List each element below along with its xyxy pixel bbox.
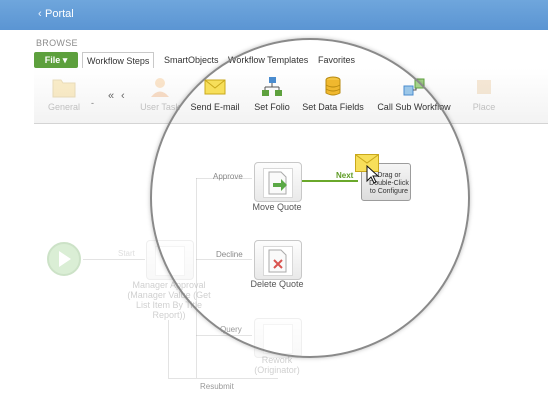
start-label: Start: [118, 249, 135, 258]
user-icon: [151, 78, 169, 97]
ribbon-dash: -: [91, 98, 94, 108]
resubmit-label: Resubmit: [200, 382, 234, 391]
delete-quote-node[interactable]: [254, 240, 302, 280]
magnifier-lens: [150, 38, 470, 358]
folder-icon: [52, 79, 76, 98]
file-menu-button[interactable]: File ▾: [34, 52, 78, 68]
start-connector: [83, 259, 145, 260]
resubmit-connector: [168, 378, 278, 379]
general-button[interactable]: General: [46, 76, 82, 112]
decline-label: Decline: [216, 250, 243, 259]
place-icon: [477, 80, 491, 94]
browse-label[interactable]: BROWSE: [36, 38, 78, 48]
next-connector: [302, 180, 358, 182]
next-label: Next: [336, 171, 354, 180]
tab-smartobjects[interactable]: SmartObjects: [160, 52, 223, 68]
move-document-icon: [268, 171, 287, 195]
move-quote-label: Move Quote: [252, 202, 302, 212]
user-task-button[interactable]: User Task: [137, 76, 183, 112]
ribbon-prev-icon[interactable]: ‹: [121, 90, 125, 102]
mouse-cursor-icon: [366, 165, 380, 184]
place-button[interactable]: Place: [464, 76, 504, 112]
approve-label: Approve: [213, 172, 243, 181]
rework-label: Rework (Originator): [254, 355, 300, 375]
delete-quote-label: Delete Quote: [250, 279, 304, 289]
title-bar: ‹ Portal: [0, 0, 548, 30]
back-icon[interactable]: ‹: [38, 8, 42, 20]
ribbon-collapse-icon[interactable]: «: [108, 90, 114, 102]
window-title[interactable]: Portal: [45, 8, 74, 20]
move-quote-node[interactable]: [254, 162, 302, 202]
delete-document-icon: [268, 249, 287, 273]
resubmit-vertical: [168, 320, 169, 378]
start-node-icon[interactable]: [46, 241, 82, 277]
